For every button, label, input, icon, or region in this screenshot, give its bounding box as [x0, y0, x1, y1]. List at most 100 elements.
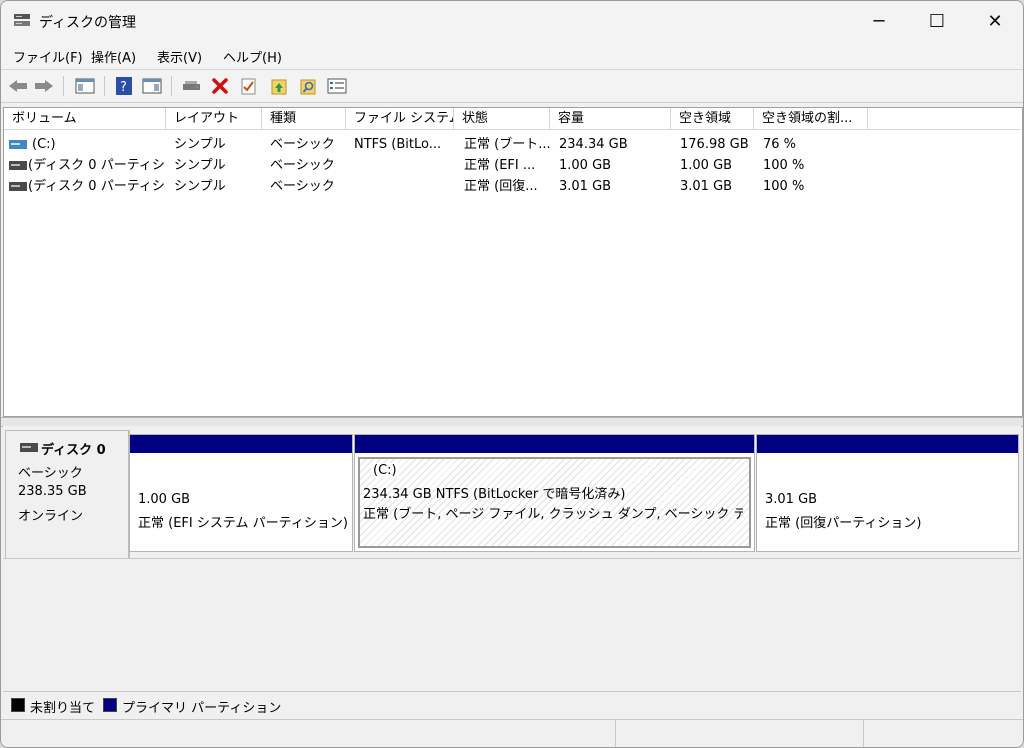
volume-status: 正常 (回復...: [464, 179, 538, 194]
disk-row-separator: [3, 558, 1021, 559]
action-pane-icon: [142, 78, 162, 94]
status-bar: [1, 719, 1023, 747]
console-tree-button[interactable]: [74, 75, 96, 97]
delete-button[interactable]: [209, 75, 231, 97]
disk-layout-pane: ディスク 0 ベーシック 238.35 GB オンライン 1.00 GB 正常 …: [3, 426, 1021, 688]
partition-status: 正常 (ブート, ページ ファイル, クラッシュ ダンプ, ベーシック データ …: [363, 507, 743, 522]
toolbar: ?: [1, 70, 1023, 103]
maximize-icon: ☐: [928, 10, 946, 32]
table-row[interactable]: (ディスク 0 パーティショ... シンプル ベーシック 正常 (EFI ...…: [4, 155, 1020, 176]
volume-type: ベーシック: [270, 137, 335, 152]
close-icon: ✕: [987, 10, 1003, 32]
table-row[interactable]: (C:) シンプル ベーシック NTFS (BitLo... 正常 (ブート..…: [4, 134, 1020, 155]
search-folder-button[interactable]: [297, 75, 319, 97]
properties-button[interactable]: [326, 75, 348, 97]
disk-icon: [20, 443, 38, 452]
status-segment: [615, 720, 616, 747]
volume-icon: [9, 161, 27, 170]
disk-management-window: ディスクの管理 ─ ☐ ✕ ファイル(F) 操作(A) 表示(V) ヘルプ(H)…: [0, 0, 1024, 748]
volume-capacity: 234.34 GB: [559, 137, 628, 152]
disk-name: ディスク 0: [41, 443, 106, 458]
disk-state: オンライン: [18, 509, 84, 524]
check-icon: [241, 78, 256, 95]
help-button[interactable]: ?: [113, 75, 135, 97]
help-icon: ?: [116, 77, 132, 95]
volume-name: (C:): [32, 137, 56, 152]
column-header-type[interactable]: 種類: [262, 108, 346, 130]
volume-status: 正常 (ブート...: [464, 137, 550, 152]
volume-filesystem: NTFS (BitLo...: [354, 137, 442, 152]
volume-icon: [9, 182, 27, 191]
volume-filesystem: [354, 155, 454, 176]
primary-partition-bar: [757, 435, 1018, 453]
close-button[interactable]: ✕: [966, 1, 1023, 41]
volume-status: 正常 (EFI ...: [464, 158, 536, 173]
column-header-filesystem[interactable]: ファイル システム: [346, 108, 454, 130]
console-tree-icon: [75, 78, 95, 94]
partition-recovery[interactable]: 3.01 GB 正常 (回復パーティション): [756, 434, 1019, 552]
maximize-button[interactable]: ☐: [908, 1, 966, 41]
status-segment: [863, 720, 864, 747]
partition-size: 234.34 GB NTFS (BitLocker で暗号化済み): [363, 487, 626, 502]
disk-info-panel[interactable]: ディスク 0 ベーシック 238.35 GB オンライン: [5, 430, 130, 559]
column-header-capacity[interactable]: 容量: [550, 108, 671, 130]
window-title: ディスクの管理: [39, 15, 137, 31]
connect-drive-button[interactable]: [181, 75, 203, 97]
legend-unallocated: 未割り当て: [30, 701, 96, 716]
partition-c-drive[interactable]: (C:) 234.34 GB NTFS (BitLocker で暗号化済み) 正…: [354, 434, 755, 552]
svg-text:?: ?: [120, 80, 127, 95]
volume-filesystem: [354, 176, 454, 197]
volume-icon: [9, 140, 27, 149]
volume-free: 176.98 GB: [680, 137, 749, 152]
check-button[interactable]: [238, 75, 260, 97]
partition-efi[interactable]: 1.00 GB 正常 (EFI システム パーティション): [129, 434, 353, 552]
disk-type: ベーシック: [18, 466, 83, 481]
menu-help[interactable]: ヘルプ(H): [223, 47, 282, 66]
forward-button[interactable]: [33, 75, 55, 97]
volume-list[interactable]: ボリューム レイアウト 種類 ファイル システム 状態 容量 空き領域 空き領域…: [3, 107, 1023, 417]
primary-partition-bar: [130, 435, 352, 453]
action-pane-button[interactable]: [141, 75, 163, 97]
toolbar-separator: [63, 76, 64, 96]
volume-capacity: 3.01 GB: [559, 179, 612, 194]
disk-management-app-icon: [14, 14, 30, 26]
disk-size: 238.35 GB: [18, 484, 87, 499]
volume-layout: シンプル: [174, 158, 226, 173]
partition-size: 3.01 GB: [765, 492, 818, 507]
column-header-free-percent[interactable]: 空き領域の割...: [754, 108, 868, 130]
volume-type: ベーシック: [270, 179, 335, 194]
menu-bar: ファイル(F) 操作(A) 表示(V) ヘルプ(H): [1, 41, 1023, 70]
volume-type: ベーシック: [270, 158, 335, 173]
primary-partition-bar: [355, 435, 754, 453]
folder-up-button[interactable]: [268, 75, 290, 97]
folder-up-icon: [271, 79, 287, 95]
partition-size: 1.00 GB: [138, 492, 191, 507]
legend-bar: 未割り当て プライマリ パーティション: [3, 691, 1021, 718]
toolbar-separator: [104, 76, 105, 96]
volume-layout: シンプル: [174, 137, 226, 152]
volume-free-percent: 100 %: [763, 158, 805, 173]
connect-drive-icon: [183, 81, 200, 90]
delete-icon: [212, 78, 228, 94]
volume-capacity: 1.00 GB: [559, 158, 612, 173]
menu-view[interactable]: 表示(V): [157, 47, 202, 66]
column-header-layout[interactable]: レイアウト: [166, 108, 262, 130]
column-header-free-space[interactable]: 空き領域: [671, 108, 754, 130]
unallocated-swatch: [11, 698, 25, 712]
title-bar[interactable]: ディスクの管理 ─ ☐ ✕: [1, 1, 1023, 41]
toolbar-separator: [171, 76, 172, 96]
partition-status: 正常 (回復パーティション): [765, 516, 922, 531]
column-header-volume[interactable]: ボリューム: [4, 108, 166, 130]
legend-primary-partition: プライマリ パーティション: [122, 701, 282, 716]
menu-action[interactable]: 操作(A): [91, 47, 136, 66]
menu-file[interactable]: ファイル(F): [13, 47, 83, 66]
back-button[interactable]: [7, 75, 29, 97]
partition-status: 正常 (EFI システム パーティション): [138, 516, 348, 531]
back-arrow-icon: [9, 80, 27, 92]
volume-layout: シンプル: [174, 179, 226, 194]
table-row[interactable]: (ディスク 0 パーティショ... シンプル ベーシック 正常 (回復... 3…: [4, 176, 1020, 197]
minimize-button[interactable]: ─: [850, 1, 908, 41]
search-folder-icon: [300, 79, 316, 95]
column-header-status[interactable]: 状態: [454, 108, 550, 130]
primary-partition-swatch: [103, 698, 117, 712]
